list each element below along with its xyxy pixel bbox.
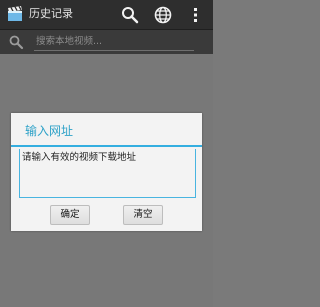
clapperboard-icon[interactable] xyxy=(6,5,24,23)
dialog-title: 输入网址 xyxy=(25,124,74,138)
url-input-placeholder: 请输入有效的视频下载地址 xyxy=(22,152,137,163)
search-placeholder: 搜索本地视频... xyxy=(36,36,103,47)
search-input[interactable]: 搜索本地视频... xyxy=(34,34,194,51)
action-bar: 历史记录 xyxy=(0,0,213,30)
clear-button[interactable]: 清空 xyxy=(123,205,163,225)
search-icon xyxy=(9,35,24,50)
globe-icon[interactable] xyxy=(153,5,173,25)
url-input-dialog: 输入网址 请输入有效的视频下载地址 确定 清空 xyxy=(11,113,202,231)
page-title: 历史记录 xyxy=(29,7,73,20)
search-bar: 搜索本地视频... xyxy=(0,30,213,54)
confirm-button[interactable]: 确定 xyxy=(50,205,90,225)
search-icon[interactable] xyxy=(120,5,140,25)
url-input[interactable]: 请输入有效的视频下载地址 xyxy=(19,149,196,198)
dialog-divider xyxy=(11,145,202,147)
overflow-menu-icon[interactable] xyxy=(186,5,206,25)
